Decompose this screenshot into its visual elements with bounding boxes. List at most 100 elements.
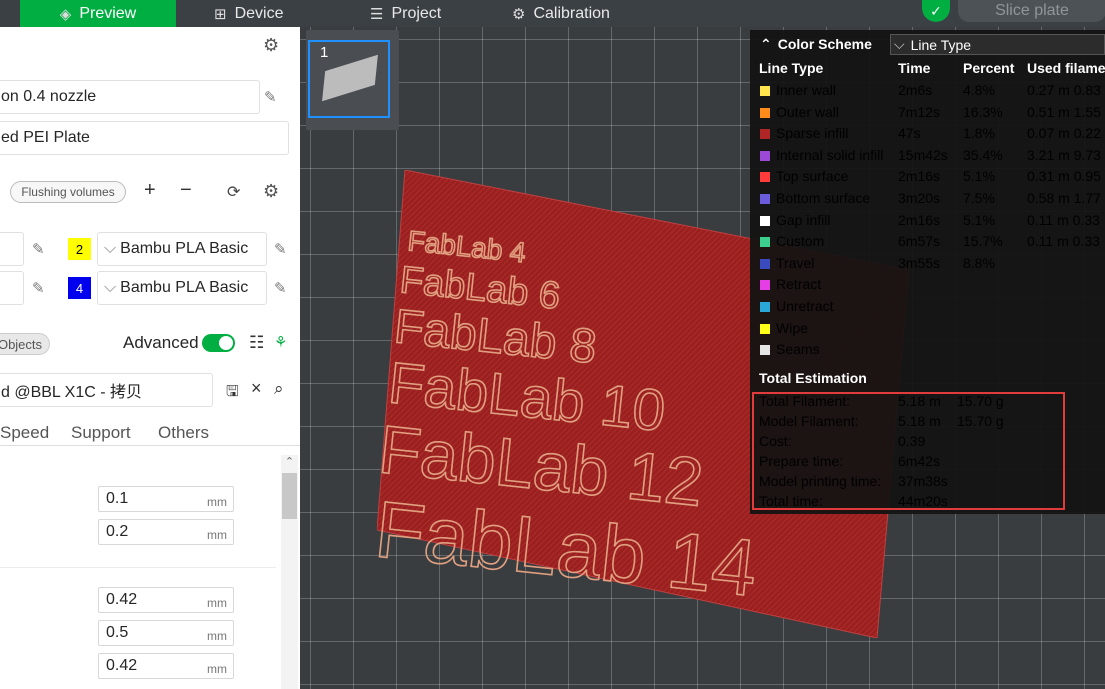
- process-preset-select[interactable]: d @BBL X1C - 拷贝: [0, 373, 213, 407]
- edit-icon[interactable]: ✎: [274, 240, 287, 258]
- legend-name[interactable]: Wipe: [776, 320, 808, 336]
- unit-label: mm: [207, 596, 227, 610]
- filament-slot-left[interactable]: [0, 232, 24, 266]
- value-text: 0.42: [106, 657, 138, 674]
- tab-device[interactable]: ⊞ Device: [214, 0, 283, 27]
- flushing-volumes-button[interactable]: Flushing volumes: [10, 181, 126, 203]
- scroll-up-icon[interactable]: ⌃: [281, 455, 298, 469]
- scrollbar-thumb[interactable]: [282, 473, 297, 519]
- chevron-down-icon: ⌵: [104, 240, 117, 257]
- value-input[interactable]: 0.5 mm: [98, 620, 234, 646]
- tab-project[interactable]: ☰ Project: [370, 0, 441, 27]
- chevron-down-icon: ⌵: [894, 36, 905, 52]
- divider: [0, 445, 300, 446]
- legend-name[interactable]: Retract: [776, 276, 821, 292]
- legend-swatch: [760, 86, 770, 96]
- legend-used: 0.58 m 1.77: [1027, 190, 1101, 206]
- tab-preview[interactable]: ◈ Preview: [20, 0, 176, 27]
- edit-icon[interactable]: ✎: [264, 88, 277, 106]
- legend-swatch: [760, 302, 770, 312]
- advanced-label: Advanced: [123, 333, 199, 352]
- legend-name[interactable]: Custom: [776, 233, 824, 249]
- legend-time: 2m16s: [898, 211, 941, 228]
- legend-swatch: [760, 150, 770, 161]
- close-icon[interactable]: ×: [251, 378, 262, 399]
- legend-name[interactable]: Sparse infill: [776, 125, 848, 141]
- unit-label: mm: [207, 528, 227, 542]
- scrollbar[interactable]: ⌃: [281, 455, 298, 689]
- legend-time: 2m6s: [898, 82, 933, 98]
- value-text: 0.42: [106, 591, 138, 608]
- legend-swatch: [760, 107, 770, 118]
- objects-toggle[interactable]: Objects: [0, 333, 50, 355]
- advanced-toggle[interactable]: [202, 334, 235, 352]
- legend-used: 0.51 m 1.55: [1027, 103, 1101, 120]
- filament-name: Bambu PLA Basic: [120, 240, 249, 257]
- tab-support[interactable]: Support: [71, 423, 131, 443]
- remove-icon[interactable]: −: [180, 179, 192, 202]
- filament-color-badge[interactable]: 2: [68, 238, 91, 260]
- legend-name[interactable]: Unretract: [776, 298, 834, 314]
- legend-time: 47s: [898, 125, 921, 142]
- settings-gear-icon[interactable]: ⚙: [263, 35, 279, 56]
- legend-swatch: [760, 237, 770, 248]
- color-scheme-value: Line Type: [910, 36, 972, 53]
- edit-icon[interactable]: ✎: [32, 240, 45, 258]
- slice-plate-button[interactable]: Slice plate: [958, 0, 1105, 22]
- plate-type-select[interactable]: ed PEI Plate: [0, 121, 289, 155]
- add-icon[interactable]: +: [144, 179, 156, 202]
- highlight-box: [752, 392, 1065, 510]
- legend-swatch: [760, 323, 770, 334]
- save-icon[interactable]: 🖫: [226, 381, 239, 406]
- tab-preview-label: Preview: [79, 4, 137, 22]
- legend-name[interactable]: Internal solid infill: [776, 147, 883, 163]
- legend-pct: 35.4%: [963, 146, 1003, 163]
- filament-settings-gear-icon[interactable]: ⚙: [263, 181, 279, 202]
- tab-calibration[interactable]: ⚙ Calibration: [512, 0, 610, 27]
- color-scheme-header[interactable]: ⌃ Color Scheme: [760, 33, 872, 55]
- unit-label: mm: [207, 495, 227, 509]
- filament-slot-left[interactable]: [0, 271, 24, 305]
- printer-select[interactable]: on 0.4 nozzle: [0, 80, 260, 114]
- legend-used: 0.27 m 0.83: [1027, 82, 1101, 98]
- filament-select[interactable]: ⌵ Bambu PLA Basic: [97, 271, 267, 305]
- legend-used: 3.21 m 9.73: [1027, 146, 1101, 163]
- compare-icon[interactable]: ⚘: [274, 333, 287, 351]
- legend-swatch: [760, 215, 770, 226]
- plate-number: 1: [320, 44, 329, 61]
- search-icon[interactable]: ⌕: [274, 379, 284, 399]
- filament-select[interactable]: ⌵ Bambu PLA Basic: [97, 232, 267, 266]
- edit-icon[interactable]: ✎: [32, 279, 45, 297]
- filament-color-badge[interactable]: 4: [68, 277, 91, 299]
- legend-name[interactable]: Seams: [776, 341, 820, 357]
- legend-swatch: [760, 258, 770, 269]
- unit-label: mm: [207, 662, 227, 676]
- tab-speed[interactable]: Speed: [0, 423, 49, 443]
- list-icon[interactable]: ☷: [249, 333, 264, 353]
- sync-icon[interactable]: ⟳: [227, 182, 240, 202]
- color-scheme-select[interactable]: ⌵ Line Type: [890, 34, 1105, 55]
- legend-pct: 5.1%: [963, 211, 995, 228]
- collapse-chevron-icon[interactable]: ⌃: [760, 36, 772, 53]
- legend-name[interactable]: Bottom surface: [776, 190, 870, 206]
- legend-name[interactable]: Outer wall: [776, 104, 839, 120]
- legend-name[interactable]: Top surface: [776, 168, 848, 184]
- value-input[interactable]: 0.1 mm: [98, 486, 234, 512]
- legend-pct: 7.5%: [963, 190, 995, 206]
- value-input[interactable]: 0.2 mm: [98, 519, 234, 545]
- value-input[interactable]: 0.42 mm: [98, 587, 234, 613]
- value-input[interactable]: 0.42 mm: [98, 653, 234, 679]
- check-icon[interactable]: ✓: [922, 0, 950, 22]
- legend-swatch: [760, 280, 770, 291]
- legend-pct: 5.1%: [963, 168, 995, 185]
- legend-time: 3m55s: [898, 254, 941, 271]
- legend-name[interactable]: Inner wall: [776, 82, 836, 98]
- edit-icon[interactable]: ✎: [274, 279, 287, 297]
- tab-device-label: Device: [234, 4, 284, 22]
- legend-name[interactable]: Travel: [776, 255, 814, 271]
- value-text: 0.5: [106, 624, 129, 641]
- legend-swatch: [760, 194, 770, 204]
- legend-time: 3m20s: [898, 190, 941, 206]
- tab-others[interactable]: Others: [158, 423, 209, 443]
- legend-name[interactable]: Gap infill: [776, 212, 830, 228]
